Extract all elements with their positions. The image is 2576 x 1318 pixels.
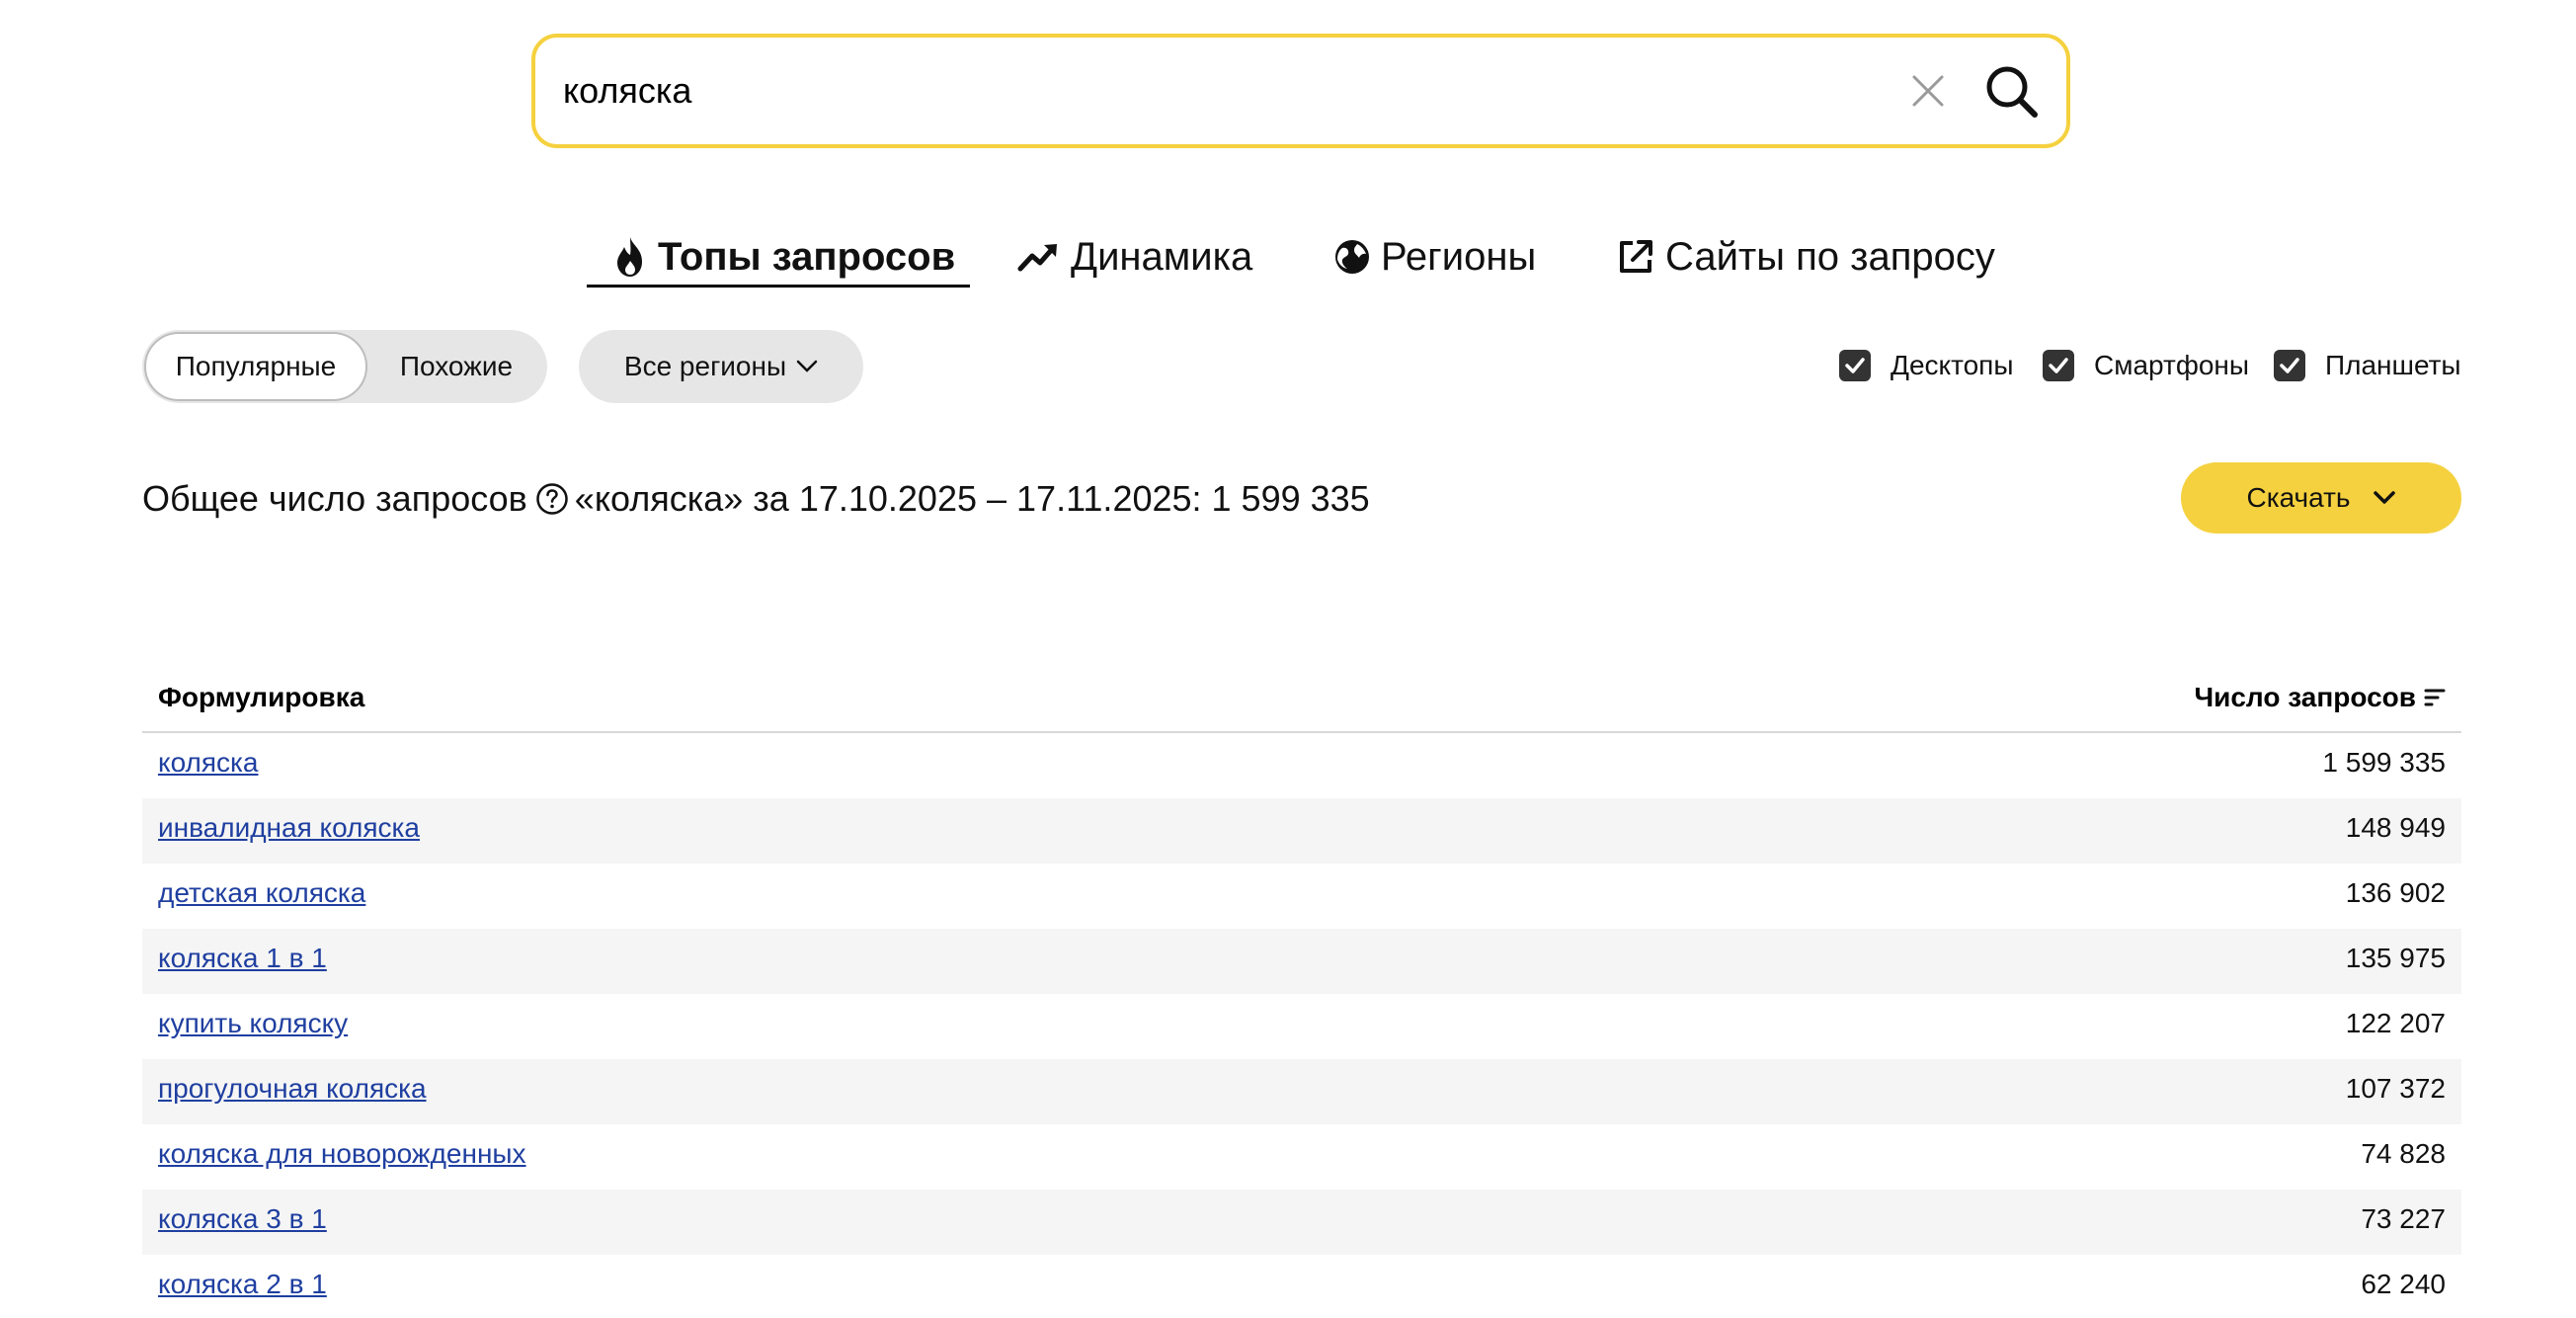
summary-text: «коляска» за 17.10.2025 – 17.11.2025: 1 …: [574, 478, 1370, 519]
query-count: 73 227: [2361, 1203, 2446, 1234]
table-header: Формулировка Число запросов: [142, 664, 2461, 733]
search-box[interactable]: [531, 34, 2070, 148]
query-link[interactable]: детская коляска: [158, 877, 365, 909]
table-row: коляска 1 599 335: [142, 733, 2461, 798]
tab-label: Топы запросов: [658, 234, 956, 279]
query-link[interactable]: прогулочная коляска: [158, 1073, 427, 1105]
column-count-label: Число запросов: [2194, 682, 2416, 712]
tab-label: Сайты по запросу: [1665, 234, 1995, 279]
query-type-switch: Популярные Похожие: [142, 330, 547, 403]
total-queries-summary: Общее число запросов «коляска» за 17.10.…: [142, 474, 1370, 524]
query-count: 122 207: [2345, 1008, 2446, 1038]
table-row: детская коляска 136 902: [142, 864, 2461, 929]
query-link[interactable]: купить коляску: [158, 1008, 348, 1039]
trend-icon: [1017, 244, 1057, 272]
regions-dropdown[interactable]: Все регионы: [579, 330, 863, 403]
query-link[interactable]: коляска 3 в 1: [158, 1203, 327, 1235]
query-link[interactable]: коляска: [158, 747, 258, 779]
query-count: 148 949: [2345, 812, 2446, 843]
column-phrase-header: Формулировка: [158, 682, 365, 712]
active-tab-underline: [587, 285, 970, 288]
fire-icon: [617, 237, 642, 277]
table-row: купить коляску 122 207: [142, 994, 2461, 1059]
table-body: коляска 1 599 335 инвалидная коляска 148 9…: [142, 733, 2461, 1318]
table-row: прогулочная коляска 107 372: [142, 1059, 2461, 1124]
search-input[interactable]: [563, 61, 1748, 121]
queries-table: Формулировка Число запросов коляска 1 599…: [142, 664, 2461, 1318]
clear-icon[interactable]: [1908, 71, 1948, 111]
query-link[interactable]: коляска 2 в 1: [158, 1269, 327, 1300]
table-row: коляска 2 в 1 62 240: [142, 1255, 2461, 1318]
chevron-down-icon: [796, 360, 818, 372]
tablets-checkbox[interactable]: Планшеты: [2274, 348, 2461, 383]
query-count: 135 975: [2345, 943, 2446, 973]
smartphones-checkbox[interactable]: Смартфоны: [2043, 348, 2249, 383]
query-count: 1 599 335: [2322, 747, 2446, 778]
tablets-label: Планшеты: [2325, 350, 2461, 380]
tab-dynamics[interactable]: Динамика: [1017, 227, 1252, 287]
query-count: 62 240: [2361, 1269, 2446, 1299]
tab-bar: Топы запросов Динамика Регионы Сайты по …: [0, 227, 2576, 296]
query-count: 74 828: [2361, 1138, 2446, 1169]
regions-label: Все регионы: [623, 351, 787, 381]
table-row: коляска 1 в 1 135 975: [142, 929, 2461, 994]
table-row: коляска 3 в 1 73 227: [142, 1190, 2461, 1255]
column-count-header[interactable]: Число запросов: [2194, 682, 2446, 713]
help-icon[interactable]: [535, 482, 569, 516]
external-link-icon: [1620, 240, 1652, 273]
table-row: коляска для новорожденных 74 828: [142, 1124, 2461, 1190]
query-count: 107 372: [2345, 1073, 2446, 1104]
similar-option[interactable]: Похожие: [369, 330, 543, 403]
download-button[interactable]: Скачать: [2181, 462, 2461, 534]
smartphones-label: Смартфоны: [2094, 350, 2250, 380]
search-icon[interactable]: [1983, 63, 2041, 121]
tab-label: Динамика: [1071, 234, 1253, 279]
desktop-label: Десктопы: [1891, 350, 2014, 380]
query-link[interactable]: инвалидная коляска: [158, 812, 420, 844]
popular-option[interactable]: Популярные: [144, 332, 367, 401]
chevron-down-icon: [2373, 491, 2395, 504]
globe-icon: [1335, 240, 1369, 274]
checkbox-checked-icon: [1839, 350, 1871, 381]
checkbox-checked-icon: [2043, 350, 2074, 381]
query-link[interactable]: коляска для новорожденных: [158, 1138, 526, 1170]
sort-icon: [2424, 689, 2446, 706]
tab-label: Регионы: [1381, 234, 1537, 279]
query-link[interactable]: коляска 1 в 1: [158, 943, 327, 974]
tab-regions[interactable]: Регионы: [1333, 227, 1536, 287]
desktop-checkbox[interactable]: Десктопы: [1839, 348, 2013, 383]
tab-sites[interactable]: Сайты по запросу: [1616, 227, 1995, 287]
download-label: Скачать: [2246, 482, 2351, 513]
checkbox-checked-icon: [2274, 350, 2305, 381]
query-count: 136 902: [2345, 877, 2446, 908]
summary-prefix: Общее число запросов: [142, 478, 527, 519]
tab-top-queries[interactable]: Топы запросов: [612, 227, 955, 287]
table-row: инвалидная коляска 148 949: [142, 798, 2461, 864]
